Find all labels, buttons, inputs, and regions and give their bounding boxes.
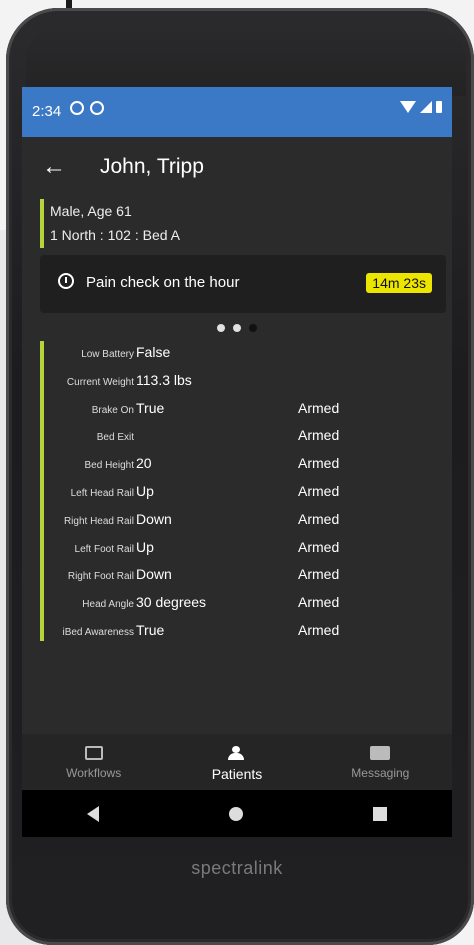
status-time: 2:34 xyxy=(32,103,62,120)
signal-icon xyxy=(420,101,432,113)
system-recents-icon[interactable] xyxy=(373,806,387,821)
row-armed: Armed xyxy=(298,510,340,527)
row-armed: Armed xyxy=(298,427,340,444)
row-label: Bed Exit xyxy=(96,432,134,444)
status-row: Left Foot Rail Up Armed xyxy=(40,536,452,564)
patient-info-accent-bar xyxy=(40,199,44,248)
row-value: 20 xyxy=(136,455,152,472)
row-value: True xyxy=(136,399,165,416)
device-top-bezel xyxy=(26,26,466,96)
nav-patients[interactable]: Patients xyxy=(165,734,308,790)
nav-messaging-label: Messaging xyxy=(351,766,410,780)
timer-badge: 14m 23s xyxy=(366,273,432,293)
status-row: Bed Exit Armed xyxy=(40,424,452,452)
bottom-navigation: Workflows Patients Messaging xyxy=(22,734,452,790)
row-value: True xyxy=(136,621,165,638)
back-arrow-icon[interactable]: ← xyxy=(42,153,66,181)
status-notification-icons xyxy=(70,101,104,115)
phone-screen: 2:34 ← John, Tripp Male, Age 61 1 North … xyxy=(22,87,452,837)
row-label: Head Angle xyxy=(82,599,134,611)
nav-messaging[interactable]: Messaging xyxy=(309,734,452,790)
row-armed: Armed xyxy=(298,621,340,638)
nav-patients-label: Patients xyxy=(211,766,263,782)
page-dot[interactable] xyxy=(217,324,225,332)
row-label: Right Foot Rail xyxy=(67,571,134,583)
notification-icon xyxy=(70,101,84,115)
row-value: Up xyxy=(136,482,154,499)
page-indicator xyxy=(22,313,452,341)
row-armed: Armed xyxy=(298,482,340,499)
status-row: Low Battery False xyxy=(40,341,452,369)
cast-icon xyxy=(84,746,103,760)
app-bar: ← John, Tripp xyxy=(22,137,452,199)
page-dot-active[interactable] xyxy=(249,324,257,332)
row-label: Left Head Rail xyxy=(70,487,134,499)
row-armed: Armed xyxy=(298,538,340,555)
row-label: Right Head Rail xyxy=(63,515,134,527)
bed-status-list: Low Battery False Current Weight 113.3 lbs… xyxy=(40,341,452,647)
contact-card-icon xyxy=(370,746,391,760)
wifi-icon xyxy=(400,101,416,113)
patient-location: 1 North : 102 : Bed A xyxy=(50,227,180,243)
status-bar: 2:34 xyxy=(22,87,452,137)
pain-check-card[interactable]: Pain check on the hour 14m 23s xyxy=(40,255,446,313)
row-value: Down xyxy=(136,566,172,583)
nav-workflows[interactable]: Workflows xyxy=(22,734,165,790)
status-row: Left Head Rail Up Armed xyxy=(40,480,452,508)
timer-icon xyxy=(58,273,74,289)
status-row: Current Weight 113.3 lbs xyxy=(40,369,452,397)
row-value: Down xyxy=(136,510,172,527)
system-home-icon[interactable] xyxy=(229,806,243,821)
battery-icon xyxy=(436,101,442,113)
status-row: Right Foot Rail Down Armed xyxy=(40,563,452,591)
page-title: John, Tripp xyxy=(100,155,204,178)
patient-info: Male, Age 61 1 North : 102 : Bed A xyxy=(40,199,452,249)
status-row: iBed Awareness True Armed xyxy=(40,619,452,647)
row-armed: Armed xyxy=(298,566,340,583)
patient-demographics: Male, Age 61 xyxy=(50,203,132,219)
nav-workflows-label: Workflows xyxy=(66,766,122,780)
status-system-icons xyxy=(400,101,442,113)
page-dot[interactable] xyxy=(233,324,241,332)
status-row: Head Angle 30 degrees Armed xyxy=(40,591,452,619)
row-armed: Armed xyxy=(298,399,340,416)
row-label: iBed Awareness xyxy=(62,626,134,638)
sync-icon xyxy=(90,101,104,115)
device-brand-logo: spectralink xyxy=(191,858,283,878)
system-navigation xyxy=(22,790,452,837)
status-row: Bed Height 20 Armed xyxy=(40,452,452,480)
status-row: Brake On True Armed xyxy=(40,397,452,425)
row-value: Up xyxy=(136,538,154,555)
person-alert-icon xyxy=(227,746,246,760)
system-back-icon[interactable] xyxy=(87,805,99,822)
row-label: Left Foot Rail xyxy=(74,543,134,555)
row-label: Bed Height xyxy=(84,460,134,472)
status-row: Right Head Rail Down Armed xyxy=(40,508,452,536)
row-label: Current Weight xyxy=(66,376,134,388)
row-value: 30 degrees xyxy=(136,594,207,611)
row-armed: Armed xyxy=(298,594,340,611)
row-value: 113.3 lbs xyxy=(136,371,192,388)
row-value: False xyxy=(136,344,171,360)
row-label: Brake On xyxy=(91,404,134,416)
row-armed: Armed xyxy=(298,455,340,472)
row-label: Low Battery xyxy=(81,349,134,360)
pain-check-text: Pain check on the hour xyxy=(86,274,240,291)
